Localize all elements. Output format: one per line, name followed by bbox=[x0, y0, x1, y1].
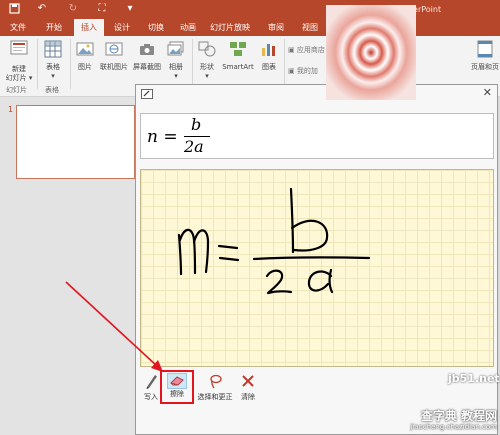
header-footer-label: 页眉和页 bbox=[471, 63, 499, 71]
watermark-url: jiaocheng.chazidian.com bbox=[410, 423, 497, 431]
shapes-button[interactable]: 形状 ▾ bbox=[195, 40, 219, 81]
clear-x-icon bbox=[236, 373, 260, 392]
online-picture-button[interactable]: 联机图片 bbox=[98, 40, 130, 72]
ribbon-separator bbox=[37, 39, 38, 89]
photo-album-button[interactable]: 相册 ▾ bbox=[164, 40, 188, 81]
tab-insert[interactable]: 插入 bbox=[74, 19, 104, 36]
picture-label: 图片 bbox=[78, 63, 92, 71]
decorative-spiral-graphic bbox=[326, 5, 416, 100]
smartart-icon bbox=[220, 40, 256, 61]
watermark: 查字典 教程网 jiaocheng.chazidian.com bbox=[410, 409, 497, 432]
ribbon-separator bbox=[70, 39, 71, 89]
smartart-button[interactable]: SmartArt bbox=[220, 40, 256, 72]
picture-button[interactable]: 图片 bbox=[73, 40, 97, 72]
table-label: 表格 bbox=[46, 63, 60, 71]
tab-slide-show[interactable]: 幻灯片放映 bbox=[206, 19, 254, 36]
shapes-label: 形状 bbox=[200, 63, 214, 71]
tab-animations[interactable]: 动画 bbox=[174, 19, 202, 36]
save-icon[interactable] bbox=[8, 3, 20, 15]
new-slide-icon bbox=[4, 40, 34, 63]
new-slide-label-1: 新建 bbox=[12, 65, 26, 73]
online-picture-label: 联机图片 bbox=[100, 63, 128, 71]
customize-quick-access-icon[interactable]: ▾ bbox=[124, 3, 136, 15]
tab-file[interactable]: 文件 bbox=[4, 19, 32, 36]
table-button[interactable]: 表格 ▾ bbox=[40, 40, 66, 81]
group-label-tables: 表格 bbox=[45, 86, 59, 94]
tab-home[interactable]: 开始 bbox=[40, 19, 68, 36]
preview-numerator: b bbox=[191, 115, 202, 134]
ribbon-separator bbox=[192, 39, 193, 89]
app-store-label: 应用商店 bbox=[296, 46, 325, 54]
undo-icon[interactable]: ↶ bbox=[36, 3, 48, 15]
lasso-icon bbox=[196, 373, 234, 392]
select-and-correct-label: 选择和更正 bbox=[197, 393, 233, 401]
watermark-title: 查字典 教程网 bbox=[420, 409, 497, 423]
ribbon-separator bbox=[284, 39, 285, 89]
math-input-dialog: ✕ n = b 2a 写入 擦除 选择和更正 清除 bbox=[135, 84, 498, 435]
handwriting-pad[interactable] bbox=[140, 169, 494, 367]
math-tool-strip: 写入 擦除 选择和更正 清除 bbox=[136, 367, 497, 409]
header-footer-icon bbox=[470, 40, 500, 61]
math-preview: n = b 2a bbox=[140, 113, 494, 159]
start-from-beginning-icon[interactable]: ⛶ bbox=[96, 3, 108, 15]
new-slide-button[interactable]: 新建 幻灯片 ▾ bbox=[4, 40, 34, 83]
photo-album-icon bbox=[164, 40, 188, 61]
site-watermark: jb51.net bbox=[448, 372, 500, 385]
ribbon-tabs: 文件 开始 插入 设计 切换 动画 幻灯片放映 审阅 视图 bbox=[0, 19, 500, 36]
group-label-slides: 幻灯片 bbox=[6, 86, 27, 94]
select-and-correct-button[interactable]: 选择和更正 bbox=[196, 373, 234, 402]
screenshot-label: 屏幕截图 bbox=[133, 63, 161, 71]
slide-thumbnail-pane: 1 bbox=[0, 97, 136, 435]
shapes-icon bbox=[195, 40, 219, 61]
erase-highlight-box bbox=[160, 370, 194, 404]
chart-label: 图表 bbox=[262, 63, 276, 71]
tab-view[interactable]: 视图 bbox=[296, 19, 324, 36]
preview-denominator: 2a bbox=[184, 137, 204, 156]
slide-thumbnail[interactable] bbox=[16, 105, 135, 179]
write-label: 写入 bbox=[144, 393, 158, 401]
my-addins-button[interactable]: ▣ 我的加 bbox=[288, 66, 318, 76]
tab-transitions[interactable]: 切换 bbox=[142, 19, 170, 36]
addins-icon: ▣ bbox=[288, 67, 295, 75]
tab-design[interactable]: 设计 bbox=[108, 19, 136, 36]
redo-icon[interactable]: ↻ bbox=[67, 3, 79, 15]
math-input-icon bbox=[141, 89, 153, 99]
clear-button[interactable]: 清除 bbox=[236, 373, 260, 402]
handwriting-strokes bbox=[177, 187, 371, 295]
slide-number: 1 bbox=[8, 105, 14, 114]
camera-icon bbox=[131, 40, 163, 61]
smartart-label: SmartArt bbox=[222, 63, 254, 71]
chart-button[interactable]: 图表 bbox=[257, 40, 281, 72]
header-footer-button[interactable]: 页眉和页 bbox=[470, 40, 500, 72]
chart-icon bbox=[257, 40, 281, 61]
online-picture-icon bbox=[98, 40, 130, 61]
clear-label: 清除 bbox=[241, 393, 255, 401]
app-store-button[interactable]: ▣ 应用商店 bbox=[288, 45, 325, 55]
tab-review[interactable]: 审阅 bbox=[262, 19, 290, 36]
photo-album-label: 相册 bbox=[169, 63, 183, 71]
preview-lhs: n = bbox=[147, 127, 178, 147]
store-icon: ▣ bbox=[288, 46, 295, 54]
table-icon bbox=[40, 40, 66, 61]
close-icon[interactable]: ✕ bbox=[483, 86, 492, 99]
picture-icon bbox=[73, 40, 97, 61]
my-addins-label: 我的加 bbox=[296, 67, 318, 75]
screenshot-button[interactable]: 屏幕截图 bbox=[131, 40, 163, 72]
new-slide-label-2: 幻灯片 bbox=[5, 74, 27, 82]
title-bar: ↶ ↻ ⛶ ▾ 演示文稿1 - PowerPoint bbox=[0, 0, 500, 19]
